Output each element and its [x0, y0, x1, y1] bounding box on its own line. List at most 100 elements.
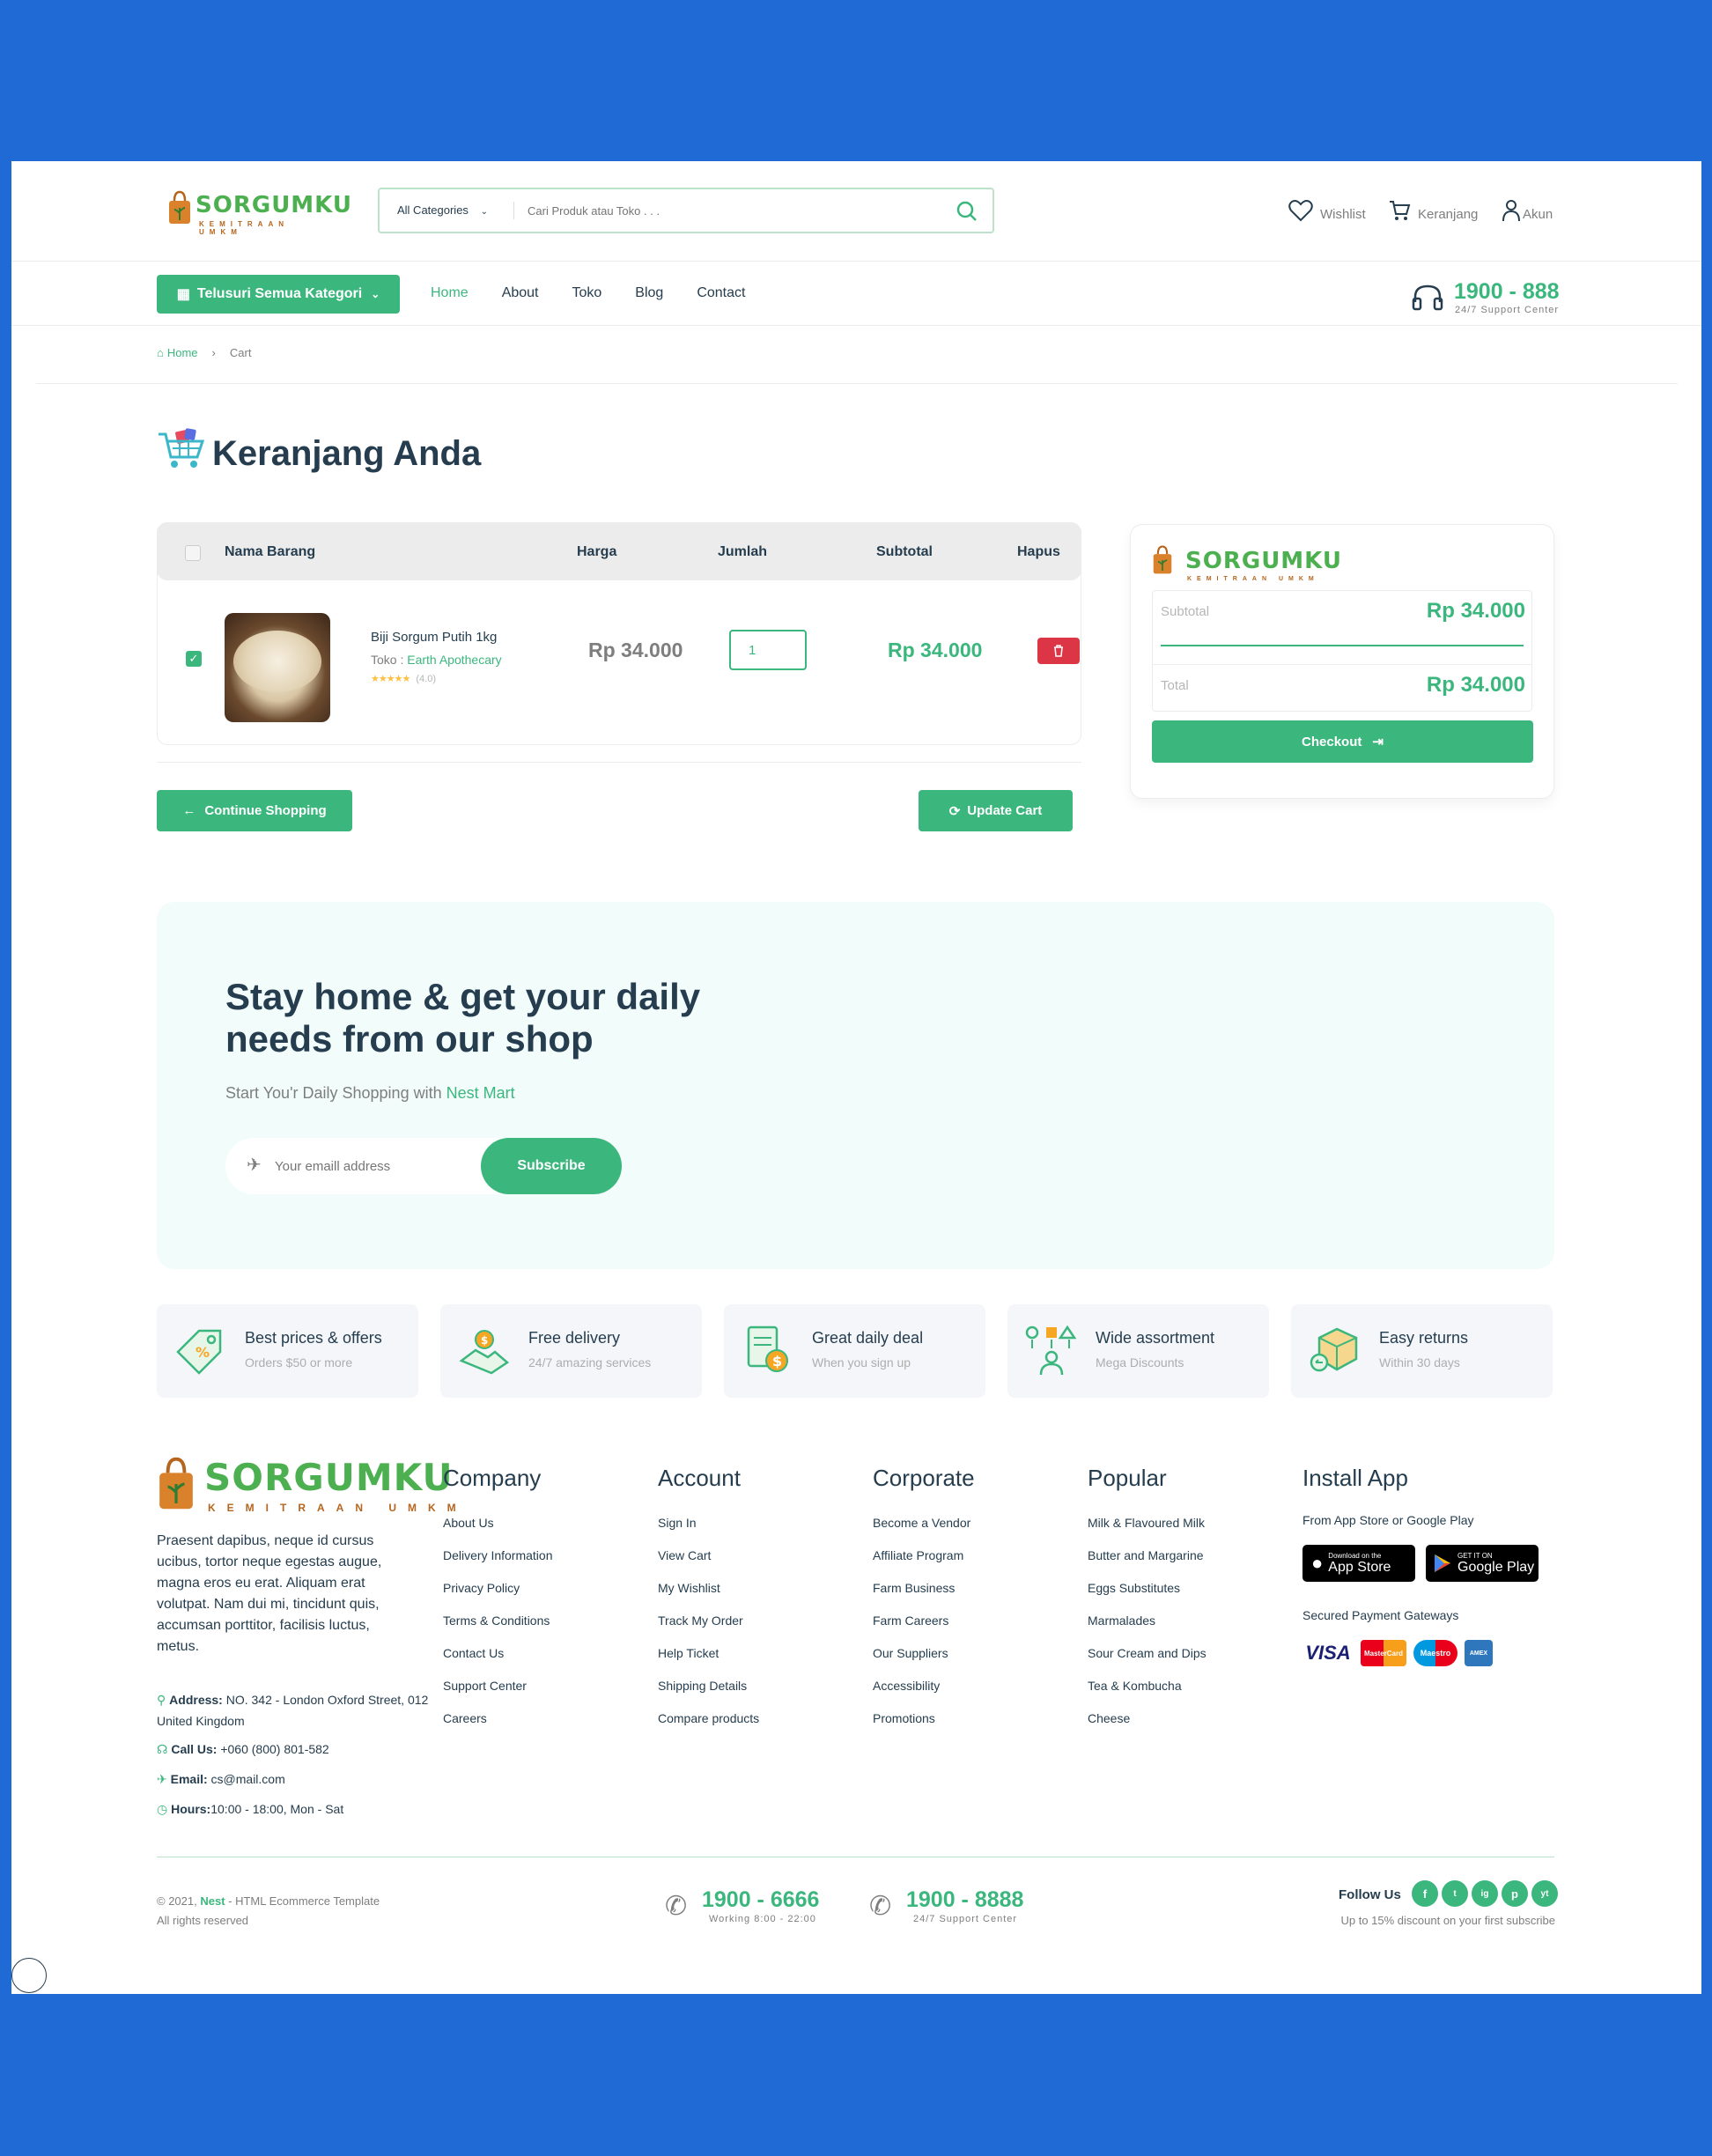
instagram-icon[interactable]: ig: [1472, 1880, 1498, 1907]
hours-row: ◷ Hours:10:00 - 18:00, Mon - Sat: [157, 1798, 430, 1820]
nav-toko[interactable]: Toko: [572, 285, 602, 301]
summary-divider-2: [1152, 664, 1532, 665]
footer-link[interactable]: Shipping Details: [658, 1676, 759, 1709]
footer-link[interactable]: Milk & Flavoured Milk: [1088, 1513, 1207, 1546]
nav-home[interactable]: Home: [431, 285, 469, 301]
product-image[interactable]: [225, 613, 330, 722]
footer-link[interactable]: Terms & Conditions: [443, 1611, 553, 1643]
category-select[interactable]: All Categories ⌄: [397, 203, 488, 217]
breadcrumb-home[interactable]: Home: [167, 346, 198, 359]
footer-link[interactable]: Sign In: [658, 1513, 759, 1546]
feature-title: Great daily deal: [812, 1329, 924, 1347]
address-row: ⚲ Address: NO. 342 - London Oxford Stree…: [157, 1689, 430, 1731]
footer-logo[interactable]: SORGUMKU KEMITRAAN UMKM: [157, 1456, 456, 1517]
footer-phone-1[interactable]: ✆ 1900 - 6666 Working 8:00 - 22:00: [665, 1887, 841, 1926]
product-name[interactable]: Biji Sorgum Putih 1kg: [371, 630, 497, 645]
footer-link[interactable]: Delivery Information: [443, 1546, 553, 1578]
footer-phone-2-sub: 24/7 Support Center: [913, 1914, 1018, 1924]
feature-daily-deal: $ Great daily deal When you sign up: [724, 1304, 985, 1398]
pinterest-icon[interactable]: p: [1502, 1880, 1528, 1907]
footer-link[interactable]: Sour Cream and Dips: [1088, 1643, 1207, 1676]
facebook-icon[interactable]: f: [1412, 1880, 1438, 1907]
browse-categories-button[interactable]: ▦ Telusuri Semua Kategori ⌄: [157, 275, 400, 314]
search-divider: [513, 202, 514, 219]
wishlist-link[interactable]: Wishlist: [1288, 198, 1366, 222]
scroll-indicator[interactable]: [11, 1958, 47, 1993]
google-play-button[interactable]: GET IT ON Google Play: [1426, 1545, 1539, 1582]
cart-link[interactable]: Keranjang: [1388, 198, 1478, 222]
footer-link[interactable]: Marmalades: [1088, 1611, 1207, 1643]
feature-title: Best prices & offers: [245, 1329, 382, 1347]
footer-link[interactable]: My Wishlist: [658, 1578, 759, 1611]
footer-link[interactable]: Farm Careers: [873, 1611, 975, 1643]
continue-shopping-button[interactable]: ← Continue Shopping: [157, 790, 352, 831]
footer-link[interactable]: Careers: [443, 1709, 553, 1741]
footer-col-title: Corporate: [873, 1465, 975, 1491]
footer-link[interactable]: Contact Us: [443, 1643, 553, 1676]
user-icon: [1502, 199, 1520, 221]
search-input[interactable]: [528, 198, 933, 223]
brand-name: SORGUMKU: [196, 192, 352, 218]
footer-link[interactable]: Support Center: [443, 1676, 553, 1709]
youtube-icon[interactable]: yt: [1531, 1880, 1558, 1907]
newsletter-subtitle-link[interactable]: Nest Mart: [446, 1084, 515, 1102]
twitter-icon[interactable]: t: [1442, 1880, 1468, 1907]
footer-link[interactable]: Compare products: [658, 1709, 759, 1741]
footer-link[interactable]: View Cart: [658, 1546, 759, 1578]
follow-us: Follow Us f t ig p yt Up to 15% discount…: [1315, 1879, 1558, 1931]
follow-us-sub: Up to 15% discount on your first subscri…: [1340, 1914, 1555, 1927]
select-all-checkbox[interactable]: [185, 545, 201, 561]
email-value[interactable]: cs@mail.com: [208, 1772, 285, 1786]
footer-link[interactable]: Become a Vendor: [873, 1513, 975, 1546]
nav-contact[interactable]: Contact: [697, 285, 745, 301]
feature-title: Free delivery: [528, 1329, 621, 1347]
shopping-cart-icon: [159, 428, 205, 468]
page-title: Keranjang Anda: [212, 434, 482, 473]
search-icon[interactable]: [956, 200, 978, 223]
newsletter-title-line2: needs from our shop: [225, 1018, 594, 1060]
delete-button[interactable]: [1037, 638, 1080, 664]
footer-link[interactable]: Track My Order: [658, 1611, 759, 1643]
footer-link[interactable]: Our Suppliers: [873, 1643, 975, 1676]
email-input[interactable]: [275, 1154, 451, 1178]
footer-link[interactable]: Tea & Kombucha: [1088, 1676, 1207, 1709]
update-cart-button[interactable]: ⟳ Update Cart: [919, 790, 1073, 831]
mastercard-logo: MasterCard: [1361, 1640, 1406, 1666]
quantity-input[interactable]: [729, 630, 807, 670]
footer-link[interactable]: Farm Business: [873, 1578, 975, 1611]
copyright-brand[interactable]: Nest: [200, 1894, 225, 1908]
breadcrumb-separator: ›: [211, 346, 216, 359]
app-store-button[interactable]: ● Download on the App Store: [1302, 1545, 1415, 1582]
footer-phone-2[interactable]: ✆ 1900 - 8888 24/7 Support Center: [869, 1887, 1045, 1926]
account-link[interactable]: Akun: [1502, 198, 1553, 222]
headset-icon: ☊: [157, 1742, 172, 1756]
category-select-label: All Categories: [397, 203, 469, 217]
brand-tagline: KEMITRAAN UMKM: [199, 220, 289, 236]
subscribe-button[interactable]: Subscribe: [481, 1138, 622, 1194]
newsletter-title-line1: Stay home & get your daily: [225, 976, 701, 1017]
app-store-small: Download on the: [1328, 1551, 1382, 1560]
footer-link[interactable]: Eggs Substitutes: [1088, 1578, 1207, 1611]
continue-shopping-label: Continue Shopping: [204, 803, 327, 818]
footer-link[interactable]: Help Ticket: [658, 1643, 759, 1676]
footer-link[interactable]: Promotions: [873, 1709, 975, 1741]
nav-about[interactable]: About: [502, 285, 539, 301]
brand-logo[interactable]: SORGUMKU KEMITRAAN UMKM: [157, 190, 351, 236]
footer-link[interactable]: Affiliate Program: [873, 1546, 975, 1578]
delivery-icon: $: [459, 1330, 510, 1375]
footer-link[interactable]: Butter and Margarine: [1088, 1546, 1207, 1578]
footer-link[interactable]: About Us: [443, 1513, 553, 1546]
shopping-bag-plant-icon: [169, 190, 190, 224]
store-link[interactable]: Earth Apothecary: [407, 653, 501, 667]
chevron-down-icon: ⌄: [480, 207, 488, 217]
support-phone[interactable]: 1900 - 888 24/7 Support Center: [1412, 277, 1570, 316]
checkout-button[interactable]: Checkout ⇥: [1152, 720, 1533, 763]
maestro-logo: Maestro: [1413, 1640, 1457, 1666]
store-label: Toko :: [371, 653, 408, 667]
copyright-rest: - HTML Ecommerce Template: [225, 1894, 380, 1908]
footer-link[interactable]: Privacy Policy: [443, 1578, 553, 1611]
footer-link[interactable]: Cheese: [1088, 1709, 1207, 1741]
item-checkbox[interactable]: ✓: [186, 651, 202, 667]
nav-blog[interactable]: Blog: [635, 285, 663, 301]
footer-link[interactable]: Accessibility: [873, 1676, 975, 1709]
